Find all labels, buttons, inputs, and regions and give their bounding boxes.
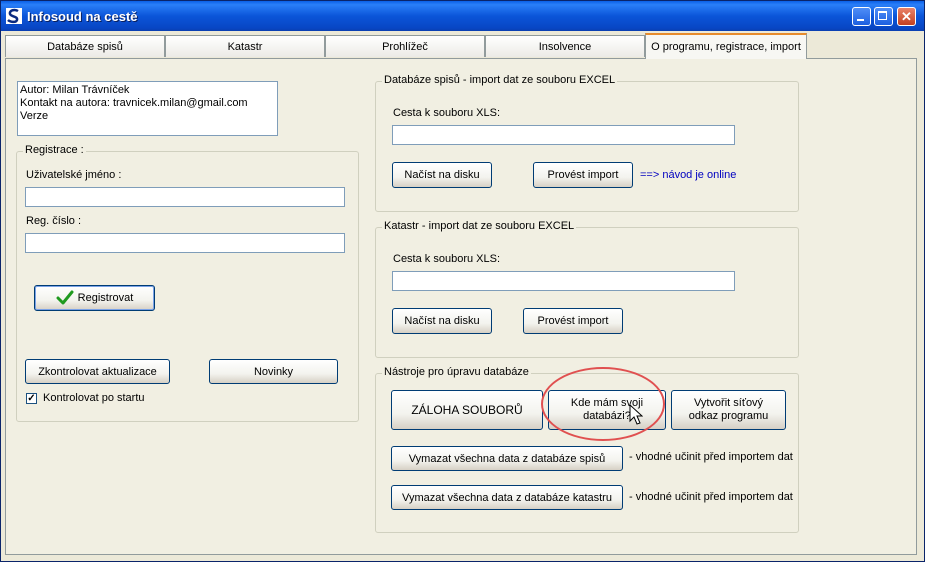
- tab-databaze-spisu[interactable]: Databáze spisů: [5, 35, 165, 57]
- clear-spisy-button[interactable]: Vymazat všechna data z databáze spisů: [391, 446, 623, 471]
- check-on-start-checkbox[interactable]: ✓: [26, 393, 37, 404]
- import-katastr-group-title: Katastr - import dat ze souboru EXCEL: [382, 220, 577, 232]
- tab-o-programu[interactable]: O programu, registrace, import: [645, 33, 807, 59]
- clear-spisy-hint: - vhodné učinit před importem dat: [629, 451, 793, 463]
- register-button[interactable]: Registrovat: [34, 285, 155, 311]
- tools-group-title: Nástroje pro úpravu databáze: [382, 366, 531, 378]
- spisy-load-button[interactable]: Načíst na disku: [392, 162, 492, 188]
- maximize-icon: [878, 11, 887, 20]
- katastr-load-button[interactable]: Načíst na disku: [392, 308, 492, 334]
- app-logo-icon: [6, 8, 22, 24]
- version-line: Verze: [20, 110, 49, 122]
- maximize-button[interactable]: [874, 7, 893, 26]
- create-network-shortcut-button[interactable]: Vytvořit síťový odkaz programu: [671, 390, 786, 430]
- backup-button[interactable]: ZÁLOHA SOUBORŮ: [391, 390, 543, 430]
- mouse-cursor-icon: [629, 404, 643, 425]
- app-window: Infosoud na cestě ✕ Databáze spisů Katas…: [0, 0, 925, 562]
- check-updates-button[interactable]: Zkontrolovat aktualizace: [25, 359, 170, 384]
- register-button-label: Registrovat: [77, 292, 134, 304]
- clear-katastr-hint: - vhodné učinit před importem dat: [629, 491, 793, 503]
- minimize-button[interactable]: [852, 7, 871, 26]
- import-spisy-group-title: Databáze spisů - import dat ze souboru E…: [382, 74, 618, 86]
- clear-katastr-button[interactable]: Vymazat všechna data z databáze katastru: [391, 485, 623, 510]
- katastr-path-input[interactable]: [392, 271, 735, 291]
- username-input[interactable]: [25, 187, 345, 207]
- import-spisy-group: Databáze spisů - import dat ze souboru E…: [375, 74, 799, 212]
- username-label: Uživatelské jméno :: [26, 169, 122, 181]
- author-line: Autor: Milan Trávníček: [20, 84, 130, 96]
- tab-insolvence[interactable]: Insolvence: [485, 35, 645, 57]
- tab-prohlizec[interactable]: Prohlížeč: [325, 35, 485, 57]
- about-info-box: Autor: Milan Trávníček Kontakt na autora…: [17, 81, 278, 136]
- news-button[interactable]: Novinky: [209, 359, 338, 384]
- spisy-path-label: Cesta k souboru XLS:: [393, 107, 501, 119]
- online-guide-link[interactable]: ==> návod je online: [640, 169, 736, 181]
- registration-group-title: Registrace :: [23, 144, 86, 156]
- katastr-import-button[interactable]: Provést import: [523, 308, 623, 334]
- highlight-ellipse: [541, 367, 665, 441]
- regnum-label: Reg. číslo :: [26, 215, 82, 227]
- import-katastr-group: Katastr - import dat ze souboru EXCEL: [375, 220, 799, 358]
- title-bar[interactable]: Infosoud na cestě ✕: [1, 1, 924, 31]
- spisy-path-input[interactable]: [392, 125, 735, 145]
- check-on-start-label: Kontrolovat po startu: [43, 392, 145, 404]
- contact-line: Kontakt na autora: travnicek.milan@gmail…: [20, 97, 248, 109]
- spisy-import-button[interactable]: Provést import: [533, 162, 633, 188]
- checkmark-icon: [56, 290, 74, 305]
- close-icon: ✕: [901, 9, 912, 24]
- regnum-input[interactable]: [25, 233, 345, 253]
- katastr-path-label: Cesta k souboru XLS:: [393, 253, 501, 265]
- close-button[interactable]: ✕: [897, 7, 916, 26]
- minimize-icon: [857, 19, 864, 21]
- window-title: Infosoud na cestě: [27, 9, 138, 24]
- tab-katastr[interactable]: Katastr: [165, 35, 325, 57]
